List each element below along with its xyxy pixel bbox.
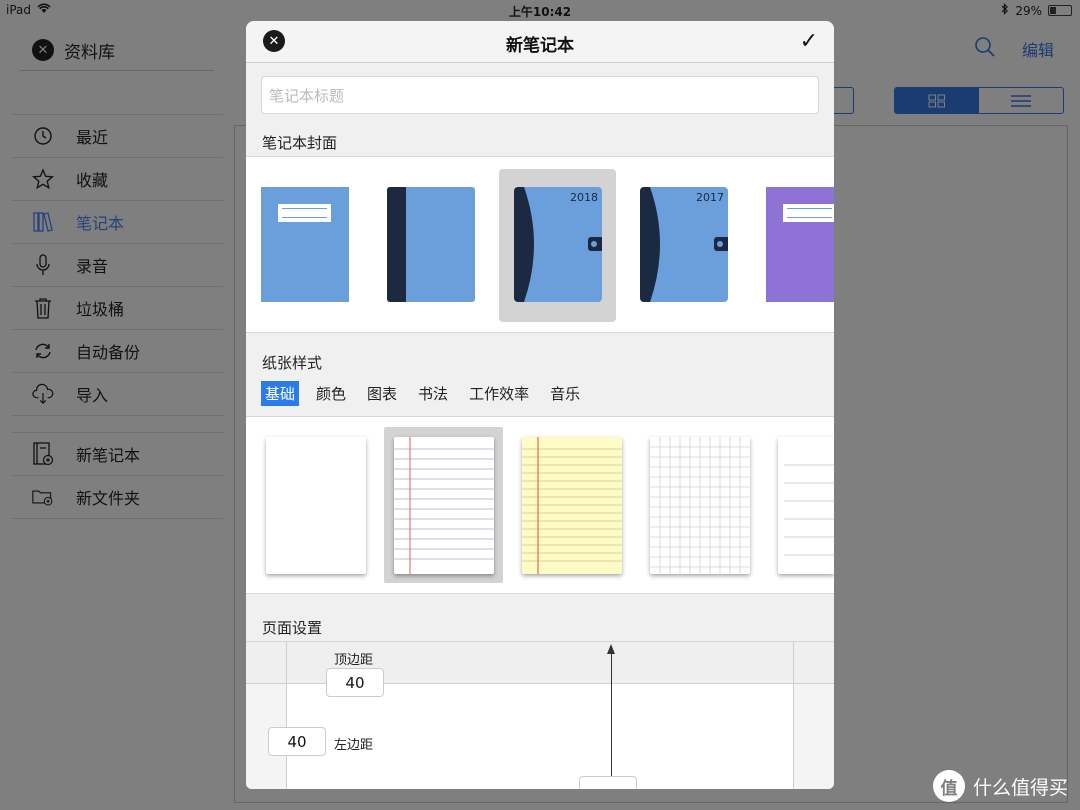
cover-year: 2018 [570, 191, 598, 204]
cloud-download-icon [32, 383, 54, 405]
paper-option-lines[interactable] [778, 437, 834, 574]
arrow-up-icon [607, 644, 615, 786]
sidebar-item-label: 录音 [76, 257, 109, 276]
cover-option[interactable] [261, 187, 349, 302]
grid-paper-icon [650, 437, 750, 574]
ruled-paper-icon [394, 437, 494, 574]
right-margin-guide [793, 642, 794, 789]
cover-picker: 2018 2017 [246, 156, 834, 333]
confirm-check-icon[interactable]: ✓ [800, 29, 818, 54]
trash-icon [32, 297, 54, 319]
page-setup-preview: 顶边距 40 40 左边距 [246, 641, 834, 789]
new-folder-icon [32, 486, 54, 508]
new-notebook-button[interactable]: 新笔记本 [12, 433, 223, 476]
search-icon[interactable] [974, 36, 996, 62]
sidebar-item-label: 自动备份 [76, 343, 141, 362]
cover-clasp-icon [588, 237, 602, 251]
tab-basic[interactable]: 基础 [261, 381, 300, 406]
close-icon[interactable]: ✕ [32, 39, 54, 61]
left-margin-field[interactable]: 40 [268, 727, 326, 756]
cover-label-icon [783, 204, 834, 222]
cover-clasp-icon [714, 237, 728, 251]
new-notebook-icon [32, 442, 54, 466]
left-margin-guide [286, 642, 287, 789]
modal-title: 新笔记本 [506, 36, 574, 56]
watermark-logo-icon: 值 [932, 770, 965, 802]
paper-section-label: 纸张样式 [262, 354, 323, 372]
library-header: ✕ 资料库 [20, 30, 214, 71]
cover-planner-icon [640, 187, 660, 302]
notebook-title-input[interactable]: 笔记本标题 [261, 76, 819, 114]
sidebar-item-notebooks[interactable]: 笔记本 [12, 201, 223, 244]
yellow-ruled-paper-icon [522, 437, 622, 574]
library-title: 资料库 [64, 42, 115, 63]
sidebar-item-label: 垃圾桶 [76, 300, 125, 319]
sidebar-item-label: 最近 [76, 128, 109, 147]
cover-option[interactable] [766, 187, 834, 302]
clock-icon [32, 125, 54, 147]
top-margin-field[interactable]: 40 [326, 668, 384, 697]
edit-button[interactable]: 编辑 [1022, 37, 1054, 61]
sidebar-item-import[interactable]: 导入 [12, 373, 223, 416]
left-margin-label: 左边距 [334, 738, 374, 753]
sidebar-item-label: 收藏 [76, 171, 109, 190]
sidebar-item-recent[interactable]: 最近 [12, 115, 223, 158]
paper-option-ruled[interactable] [394, 437, 494, 574]
paper-option-grid[interactable] [650, 437, 750, 574]
watermark-text: 什么值得买 [972, 776, 1068, 799]
sidebar-item-label: 笔记本 [76, 214, 125, 233]
sort-button[interactable] [834, 87, 854, 114]
top-margin-label: 顶边距 [334, 653, 374, 668]
sidebar-list: 最近 收藏 笔记本 录音 垃圾桶 自动备份 导入 [12, 114, 223, 416]
lined-paper-icon [784, 464, 834, 556]
sidebar-item-label: 新笔记本 [76, 446, 141, 465]
cover-year: 2017 [696, 191, 724, 204]
paper-option-blank[interactable] [266, 437, 366, 574]
list-view-icon[interactable] [979, 88, 1063, 113]
tab-calligraphy[interactable]: 书法 [414, 381, 452, 406]
grid-view-icon[interactable] [895, 88, 979, 113]
cover-planner-icon [514, 187, 534, 302]
paper-option-yellow-ruled[interactable] [522, 437, 622, 574]
sidebar-actions: 新笔记本 新文件夹 [12, 432, 223, 519]
cover-option[interactable] [387, 187, 475, 302]
sync-icon [32, 340, 54, 362]
sidebar-item-label: 导入 [76, 386, 109, 405]
cover-option[interactable]: 2017 [640, 187, 728, 302]
sidebar-item-recordings[interactable]: 录音 [12, 244, 223, 287]
watermark: 值 什么值得买 [932, 770, 1068, 802]
cover-option-selected[interactable]: 2018 [514, 187, 602, 302]
tab-productivity[interactable]: 工作效率 [465, 381, 533, 406]
sidebar-item-trash[interactable]: 垃圾桶 [12, 287, 223, 330]
cover-section-label: 笔记本封面 [262, 134, 338, 152]
new-notebook-modal: ✕ 新笔记本 ✓ 笔记本标题 笔记本封面 2018 2017 纸张样式 基础 颜 [246, 21, 834, 789]
tab-color[interactable]: 颜色 [312, 381, 350, 406]
sidebar-item-favorites[interactable]: 收藏 [12, 158, 223, 201]
sidebar-item-auto-backup[interactable]: 自动备份 [12, 330, 223, 373]
bottom-margin-field[interactable] [579, 776, 637, 789]
tab-charts[interactable]: 图表 [363, 381, 401, 406]
star-icon [32, 168, 54, 190]
paper-picker [246, 416, 834, 594]
page-setup-label: 页面设置 [262, 619, 323, 637]
microphone-icon [32, 254, 54, 276]
notebooks-icon [32, 211, 54, 233]
right-margin-area [794, 684, 834, 789]
sidebar-item-label: 新文件夹 [76, 489, 141, 508]
tab-music[interactable]: 音乐 [546, 381, 584, 406]
cover-label-icon [278, 204, 331, 222]
modal-header: ✕ 新笔记本 ✓ [246, 21, 834, 63]
new-folder-button[interactable]: 新文件夹 [12, 476, 223, 519]
paper-category-tabs: 基础 颜色 图表 书法 工作效率 音乐 [261, 381, 597, 406]
cover-spine-icon [387, 187, 406, 302]
view-mode-toggle[interactable] [894, 87, 1064, 114]
